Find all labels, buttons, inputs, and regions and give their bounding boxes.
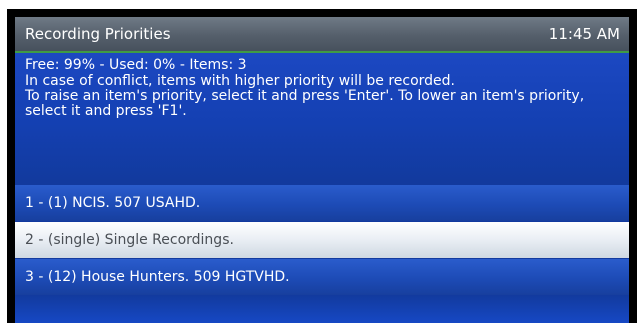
tv-screen: Recording Priorities 11:45 AM Free: 99% … bbox=[7, 9, 637, 323]
priority-item-label: 2 - (single) Single Recordings. bbox=[25, 232, 234, 248]
info-area: Free: 99% - Used: 0% - Items: 3 In case … bbox=[15, 53, 629, 181]
instruction-line: In case of conflict, items with higher p… bbox=[25, 73, 455, 89]
recording-priorities-panel: Recording Priorities 11:45 AM Free: 99% … bbox=[15, 17, 629, 323]
priority-item-2-selected[interactable]: 2 - (single) Single Recordings. bbox=[15, 222, 629, 258]
priority-item-1[interactable]: 1 - (1) NCIS. 507 USAHD. bbox=[15, 185, 629, 221]
priority-item-label: 1 - (1) NCIS. 507 USAHD. bbox=[25, 195, 201, 211]
storage-stats: Free: 99% - Used: 0% - Items: 3 bbox=[25, 57, 247, 73]
priority-item-3[interactable]: 3 - (12) House Hunters. 509 HGTVHD. bbox=[15, 259, 629, 295]
page-title: Recording Priorities bbox=[25, 25, 171, 43]
list-footer bbox=[15, 295, 629, 323]
clock: 11:45 AM bbox=[548, 25, 620, 43]
instruction-line: To raise an item's priority, select it a… bbox=[25, 88, 585, 104]
instruction-line: select it and press 'F1'. bbox=[25, 103, 187, 119]
title-bar: Recording Priorities 11:45 AM bbox=[15, 17, 629, 53]
priority-item-label: 3 - (12) House Hunters. 509 HGTVHD. bbox=[25, 269, 290, 285]
instructions: In case of conflict, items with higher p… bbox=[25, 74, 625, 119]
